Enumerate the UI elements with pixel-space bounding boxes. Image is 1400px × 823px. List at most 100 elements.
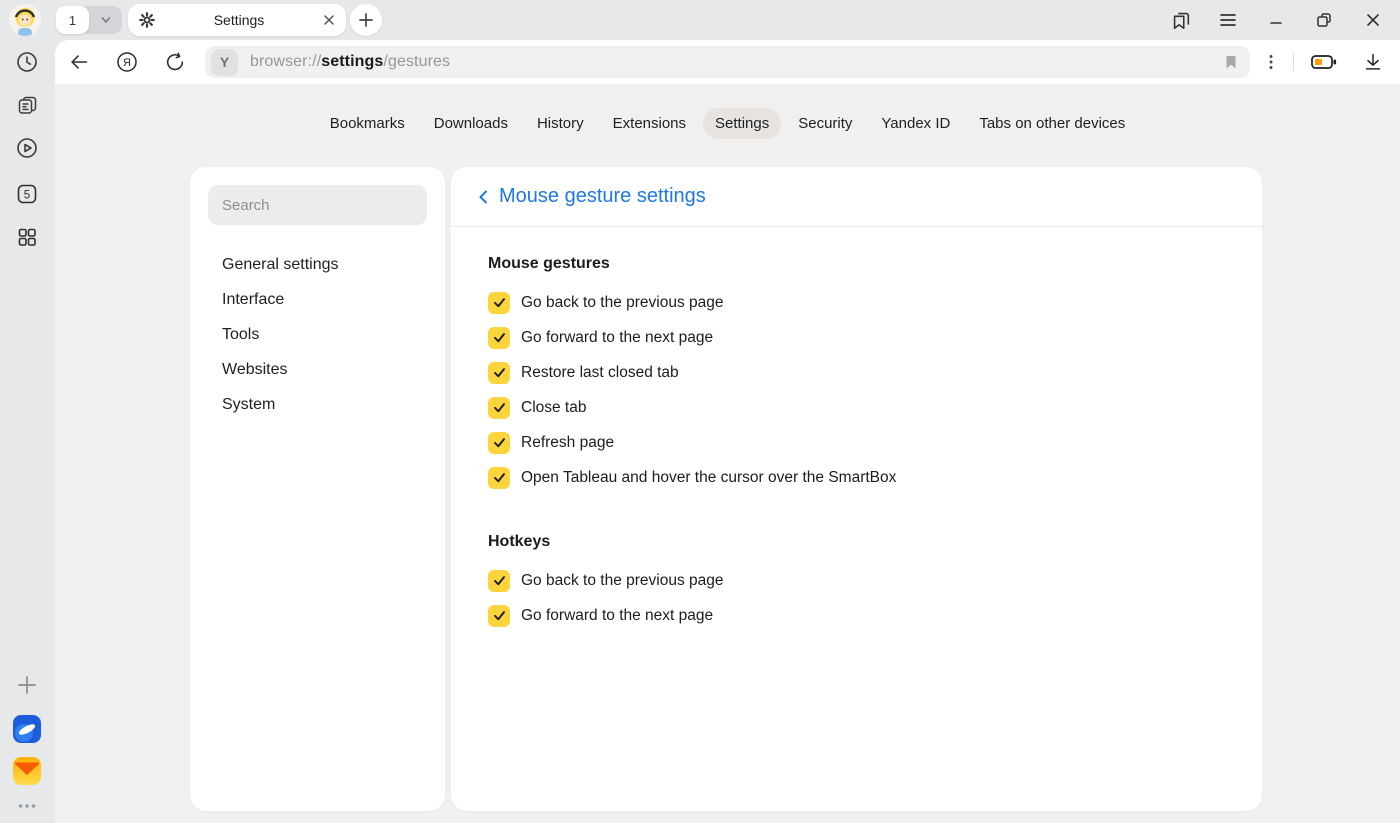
gesture-row[interactable]: Open Tableau and hover the cursor over t… xyxy=(488,460,1225,495)
nav-tab-extensions[interactable]: Extensions xyxy=(601,108,698,139)
nav-tab-security[interactable]: Security xyxy=(786,108,864,139)
browser-menu-button[interactable] xyxy=(1212,4,1244,36)
news-feed-icon xyxy=(15,93,39,117)
sidebar-more-button[interactable] xyxy=(11,790,43,822)
back-chevron-icon[interactable] xyxy=(473,186,495,208)
minimize-button[interactable] xyxy=(1260,4,1292,36)
back-button[interactable] xyxy=(63,46,95,78)
minimize-icon xyxy=(1267,11,1285,29)
gesture-label: Go forward to the next page xyxy=(521,329,713,347)
settings-nav-interface[interactable]: Interface xyxy=(208,282,427,317)
mail-app-button[interactable] xyxy=(11,755,43,787)
close-window-button[interactable] xyxy=(1357,4,1389,36)
download-icon xyxy=(1362,51,1384,73)
hotkey-row[interactable]: Go forward to the next page xyxy=(488,598,1225,633)
yandex-home-button[interactable]: Я xyxy=(111,46,143,78)
gesture-row[interactable]: Refresh page xyxy=(488,425,1225,460)
toolbar-divider xyxy=(1293,54,1294,71)
settings-nav-tools[interactable]: Tools xyxy=(208,317,427,352)
gesture-label: Close tab xyxy=(521,399,586,417)
settings-nav-system[interactable]: System xyxy=(208,387,427,422)
url-path: /gestures xyxy=(383,53,450,70)
checkbox-checked[interactable] xyxy=(488,467,510,489)
settings-page: Bookmarks Downloads History Extensions S… xyxy=(55,84,1400,823)
profile-avatar[interactable] xyxy=(9,4,41,36)
svg-text:5: 5 xyxy=(24,189,30,201)
settings-nav-websites[interactable]: Websites xyxy=(208,352,427,387)
site-badge-icon: Y xyxy=(211,49,238,76)
hotkey-row[interactable]: Go back to the previous page xyxy=(488,563,1225,598)
restore-window-icon xyxy=(1315,11,1333,29)
hotkey-label: Go back to the previous page xyxy=(521,572,724,590)
gesture-label: Go back to the previous page xyxy=(521,294,724,312)
bookmarks-panel-icon xyxy=(1170,9,1192,31)
more-menu-button[interactable] xyxy=(1255,46,1287,78)
nav-tab-bookmarks[interactable]: Bookmarks xyxy=(318,108,417,139)
plus-icon xyxy=(16,674,38,696)
address-bar[interactable]: Y browser://settings/gestures xyxy=(205,46,1250,78)
browser-app-button[interactable] xyxy=(11,713,43,745)
services-button[interactable] xyxy=(11,221,43,253)
battery-icon xyxy=(1310,49,1338,75)
more-dots-icon xyxy=(16,795,38,817)
tab-title: Settings xyxy=(156,12,322,28)
gesture-row[interactable]: Close tab xyxy=(488,390,1225,425)
chevron-down-icon[interactable] xyxy=(89,13,122,27)
checkbox-checked[interactable] xyxy=(488,570,510,592)
yandex-browser-logo-icon xyxy=(12,714,42,744)
add-shortcut-button[interactable] xyxy=(11,669,43,701)
maximize-button[interactable] xyxy=(1308,4,1340,36)
nav-tab-yandex-id[interactable]: Yandex ID xyxy=(869,108,962,139)
gesture-row[interactable]: Restore last closed tab xyxy=(488,355,1225,390)
search-input[interactable] xyxy=(208,185,427,225)
gear-icon xyxy=(138,11,156,29)
checkbox-checked[interactable] xyxy=(488,327,510,349)
bookmark-flag-icon[interactable] xyxy=(1222,53,1240,71)
nav-tab-downloads[interactable]: Downloads xyxy=(422,108,520,139)
checkbox-checked[interactable] xyxy=(488,432,510,454)
checkbox-checked[interactable] xyxy=(488,362,510,384)
browser-tab-settings[interactable]: Settings xyxy=(128,4,346,36)
close-icon xyxy=(1364,11,1382,29)
play-circle-icon xyxy=(15,136,39,160)
downloads-button[interactable] xyxy=(1357,46,1389,78)
feed-button[interactable] xyxy=(11,89,43,121)
url-host: settings xyxy=(321,53,383,70)
checkbox-checked[interactable] xyxy=(488,292,510,314)
side-panel-button[interactable] xyxy=(1165,4,1197,36)
gesture-row[interactable]: Go forward to the next page xyxy=(488,320,1225,355)
avatar-girl-icon xyxy=(9,4,41,36)
checkbox-checked[interactable] xyxy=(488,397,510,419)
settings-nav-list: General settings Interface Tools Website… xyxy=(208,247,427,422)
url-scheme: browser:// xyxy=(250,53,321,70)
nav-tab-history[interactable]: History xyxy=(525,108,596,139)
titlebar: 1 Settings xyxy=(0,0,1400,40)
refresh-button[interactable] xyxy=(159,46,191,78)
history-button[interactable] xyxy=(11,46,43,78)
battery-saver-button[interactable] xyxy=(1308,46,1340,78)
gesture-label: Open Tableau and hover the cursor over t… xyxy=(521,469,896,487)
nav-tab-other-devices[interactable]: Tabs on other devices xyxy=(967,108,1137,139)
close-tab-icon[interactable] xyxy=(322,13,336,27)
gesture-settings-body: Mouse gestures Go back to the previous p… xyxy=(451,227,1262,661)
tab-counter[interactable]: 1 xyxy=(56,6,89,34)
hamburger-menu-icon xyxy=(1218,10,1238,30)
gesture-label: Refresh page xyxy=(521,434,614,452)
tabs-stack-button[interactable]: 5 xyxy=(11,178,43,210)
settings-nav-general[interactable]: General settings xyxy=(208,247,427,282)
clock-icon xyxy=(15,50,39,74)
plus-icon xyxy=(358,12,374,28)
kebab-menu-icon xyxy=(1262,53,1280,71)
browser-pages-nav: Bookmarks Downloads History Extensions S… xyxy=(55,108,1400,139)
new-tab-button[interactable] xyxy=(350,4,382,36)
url-text[interactable]: browser://settings/gestures xyxy=(250,53,1222,71)
yandex-circle-icon: Я xyxy=(115,50,139,74)
video-button[interactable] xyxy=(11,132,43,164)
hotkey-label: Go forward to the next page xyxy=(521,607,713,625)
tab-count-icon: 5 xyxy=(14,181,40,207)
apps-grid-icon xyxy=(15,225,39,249)
nav-tab-settings[interactable]: Settings xyxy=(703,108,781,139)
gesture-row[interactable]: Go back to the previous page xyxy=(488,285,1225,320)
tab-counter-group[interactable]: 1 xyxy=(56,6,122,34)
checkbox-checked[interactable] xyxy=(488,605,510,627)
